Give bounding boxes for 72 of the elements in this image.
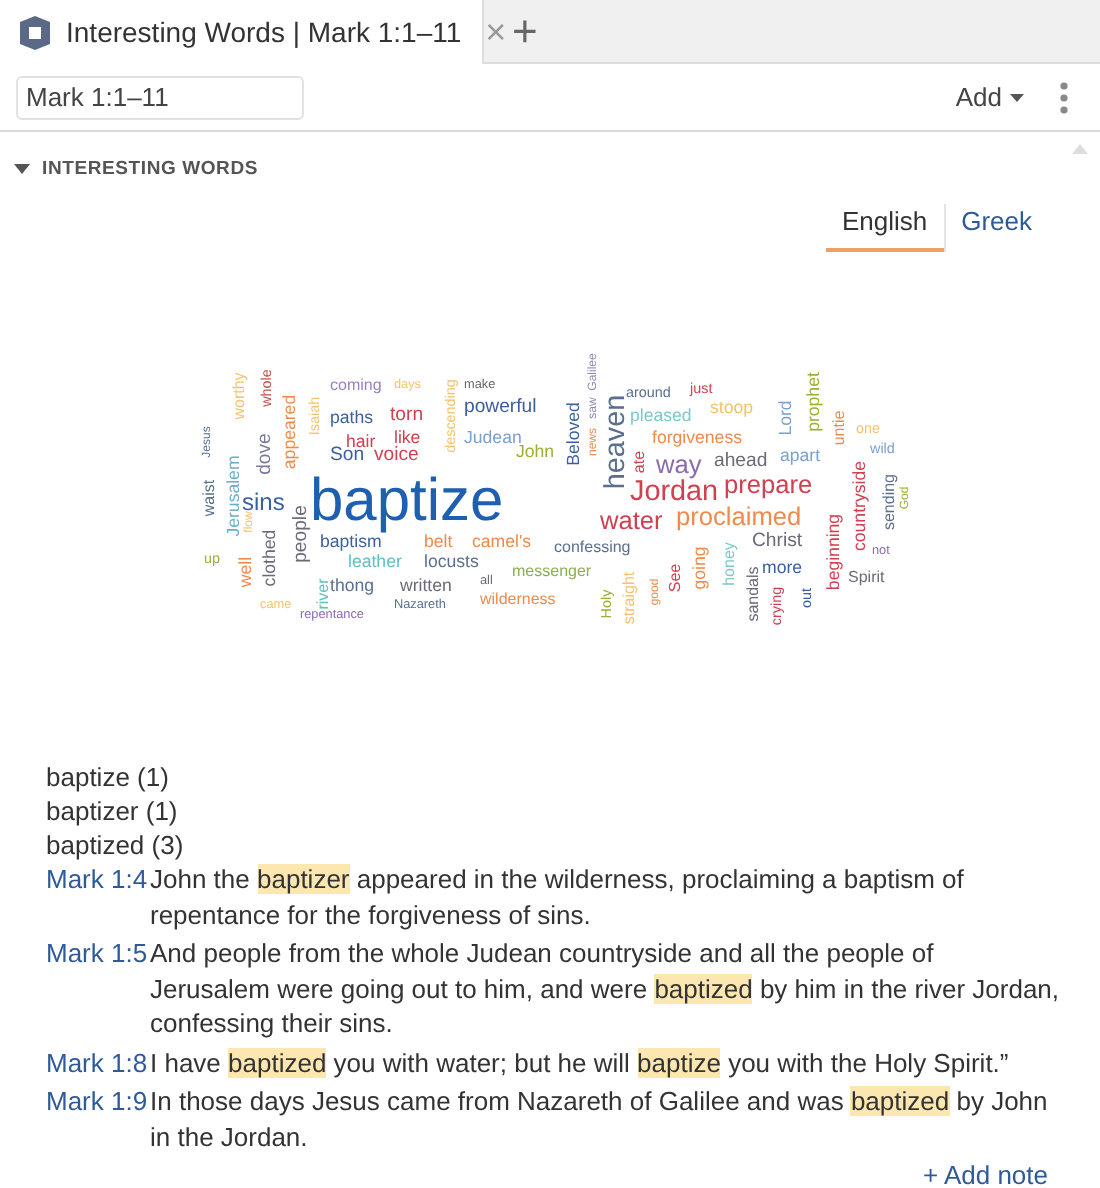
cloud-word[interactable]: Son xyxy=(330,446,365,466)
verse-text: And people from the whole Judean countryside and all the people of Jerusalem were going out to him, and were baptized by him in the river Jordan, confessing their sins. xyxy=(150,936,1060,1041)
cloud-word[interactable]: baptism xyxy=(320,533,382,551)
cloud-word[interactable]: written xyxy=(400,577,452,595)
cloud-word[interactable]: way xyxy=(656,453,702,479)
cloud-word[interactable]: Beloved xyxy=(565,402,583,466)
verse-reference-link[interactable]: Mark 1:5 xyxy=(46,938,148,968)
add-button[interactable]: Add xyxy=(955,82,1024,112)
cloud-word[interactable]: dove xyxy=(256,433,276,475)
cloud-word[interactable]: baptize xyxy=(310,472,504,532)
verse-reference-link[interactable]: Mark 1:4 xyxy=(46,864,148,894)
cloud-word[interactable]: prepare xyxy=(724,473,813,499)
cloud-word[interactable]: confessing xyxy=(554,540,631,556)
cloud-word[interactable]: Spirit xyxy=(848,570,885,586)
caret-icon xyxy=(1010,93,1024,101)
cloud-word[interactable]: See xyxy=(668,563,684,593)
cloud-word[interactable]: well xyxy=(237,556,255,588)
cloud-word[interactable]: beginning xyxy=(825,513,843,591)
cloud-word[interactable]: clothed xyxy=(261,529,279,587)
cloud-word[interactable]: ahead xyxy=(714,452,768,472)
collapse-icon[interactable] xyxy=(14,163,30,173)
cloud-word[interactable]: ate xyxy=(632,450,648,474)
section-title: INTERESTING WORDS xyxy=(42,157,259,179)
word-count[interactable]: baptizer (1) xyxy=(46,796,178,826)
cloud-word[interactable]: Jerusalem xyxy=(225,455,243,537)
cloud-word[interactable]: heaven xyxy=(601,394,631,490)
language-tab[interactable]: Greek xyxy=(945,204,1048,252)
word-count[interactable]: baptize (1) xyxy=(46,762,169,792)
cloud-word[interactable]: forgiveness xyxy=(652,429,742,447)
cloud-word[interactable]: appeared xyxy=(281,394,299,470)
cloud-word[interactable]: Christ xyxy=(752,532,803,552)
cloud-word[interactable]: hair xyxy=(346,433,376,451)
cloud-word[interactable]: thong xyxy=(330,577,375,595)
cloud-word[interactable]: going xyxy=(691,546,709,590)
cloud-word[interactable]: like xyxy=(394,429,421,447)
reference-field[interactable]: Mark 1:1–11 xyxy=(16,75,304,119)
cloud-word[interactable]: apart xyxy=(780,447,821,465)
cloud-word[interactable]: voice xyxy=(374,446,419,466)
cloud-word[interactable]: powerful xyxy=(464,398,537,418)
cloud-word[interactable]: camel's xyxy=(472,533,532,551)
cloud-word[interactable]: John xyxy=(516,443,555,461)
verse-reference-link[interactable]: Mark 1:8 xyxy=(46,1047,148,1077)
cloud-word[interactable]: messenger xyxy=(512,564,592,580)
cloud-word[interactable]: water xyxy=(600,509,663,535)
more-icon[interactable] xyxy=(1060,81,1068,113)
cloud-word[interactable]: paths xyxy=(330,409,374,427)
close-button[interactable]: × xyxy=(477,11,515,53)
verse-text: In those days Jesus came from Nazareth of Galilee and was baptized by John in the Jordan. xyxy=(150,1084,1050,1154)
verse-reference-link[interactable]: Mark 1:9 xyxy=(46,1086,148,1116)
cloud-word[interactable]: waist xyxy=(202,479,218,517)
cloud-word[interactable]: sandals xyxy=(746,566,762,622)
cloud-word[interactable]: Judean xyxy=(464,429,522,447)
cloud-word[interactable]: untie xyxy=(832,410,848,446)
cloud-word[interactable]: belt xyxy=(424,533,453,551)
cloud-word[interactable]: countryside xyxy=(851,461,869,551)
document-icon xyxy=(20,15,50,49)
cloud-word[interactable]: proclaimed xyxy=(676,505,802,531)
cloud-word[interactable]: wilderness xyxy=(480,592,556,608)
cloud-word[interactable]: Jordan xyxy=(630,477,719,507)
cloud-word[interactable]: more xyxy=(762,559,803,577)
add-note-link[interactable]: + Add note xyxy=(922,1160,1048,1188)
cloud-word[interactable]: coming xyxy=(330,378,382,394)
cloud-word[interactable]: torn xyxy=(390,406,424,426)
verse-text: John the baptizer appeared in the wilderness, proclaiming a baptism of repentance for the forgiveness of sins. xyxy=(150,862,966,932)
cloud-word[interactable]: prophet xyxy=(805,372,823,432)
cloud-word[interactable]: sending xyxy=(882,473,898,531)
cloud-word[interactable]: Lord xyxy=(777,400,795,436)
word-count[interactable]: baptized (3) xyxy=(46,830,184,860)
cloud-word[interactable]: people xyxy=(292,505,312,563)
verse-text: I have baptized you with water; but he will baptize you with the Holy Spirit.” xyxy=(150,1045,1011,1080)
cloud-word[interactable]: locusts xyxy=(424,553,479,571)
tab-title: Interesting Words | Mark 1:1–11 xyxy=(66,16,462,48)
